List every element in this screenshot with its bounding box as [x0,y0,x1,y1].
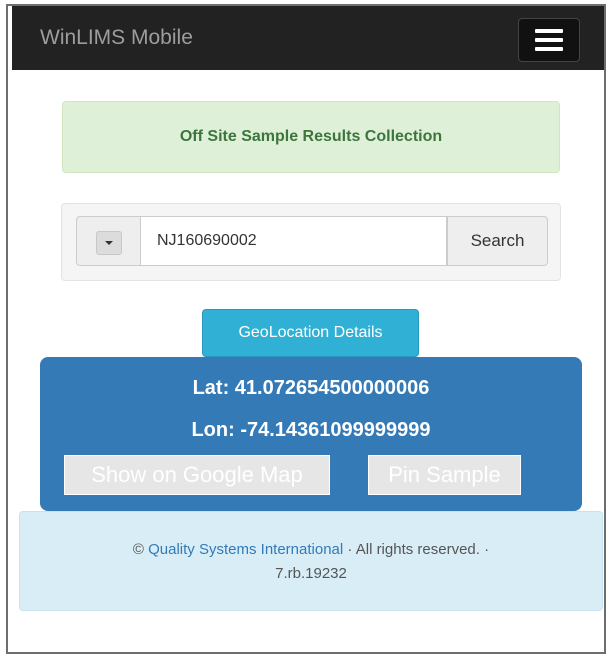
search-button[interactable]: Search [447,216,548,266]
company-link[interactable]: Quality Systems International [148,541,343,558]
menu-bar [535,47,563,51]
search-type-dropdown[interactable] [96,231,122,255]
page-heading: Off Site Sample Results Collection [179,128,443,145]
page-heading-alert: Off Site Sample Results Collection [62,101,560,173]
footer-line-1: © Quality Systems International · All ri… [20,538,602,562]
copyright-symbol: © [132,541,144,558]
navbar: WinLIMS Mobile [12,6,604,70]
pin-sample-button[interactable]: Pin Sample [368,455,521,495]
caret-down-icon [105,241,113,245]
longitude-text: Lon: -74.14361099999999 [191,419,431,441]
menu-bar [535,38,563,42]
sample-id-input[interactable] [140,216,447,266]
geolocation-details-button[interactable]: GeoLocation Details [202,309,419,357]
geolocation-panel: Lat: 41.072654500000006 Lon: -74.1436109… [40,357,582,511]
brand-title[interactable]: WinLIMS Mobile [40,26,193,50]
version-text: 7.rb.19232 [275,565,347,582]
latitude-text: Lat: 41.072654500000006 [192,377,430,399]
footer: © Quality Systems International · All ri… [19,511,603,611]
menu-bar [535,29,563,33]
hamburger-menu-icon[interactable] [518,18,580,62]
search-panel: Search [61,203,561,281]
rights-text: · All rights reserved. · [347,541,490,558]
search-type-addon [76,216,140,266]
show-google-map-button[interactable]: Show on Google Map [64,455,330,495]
